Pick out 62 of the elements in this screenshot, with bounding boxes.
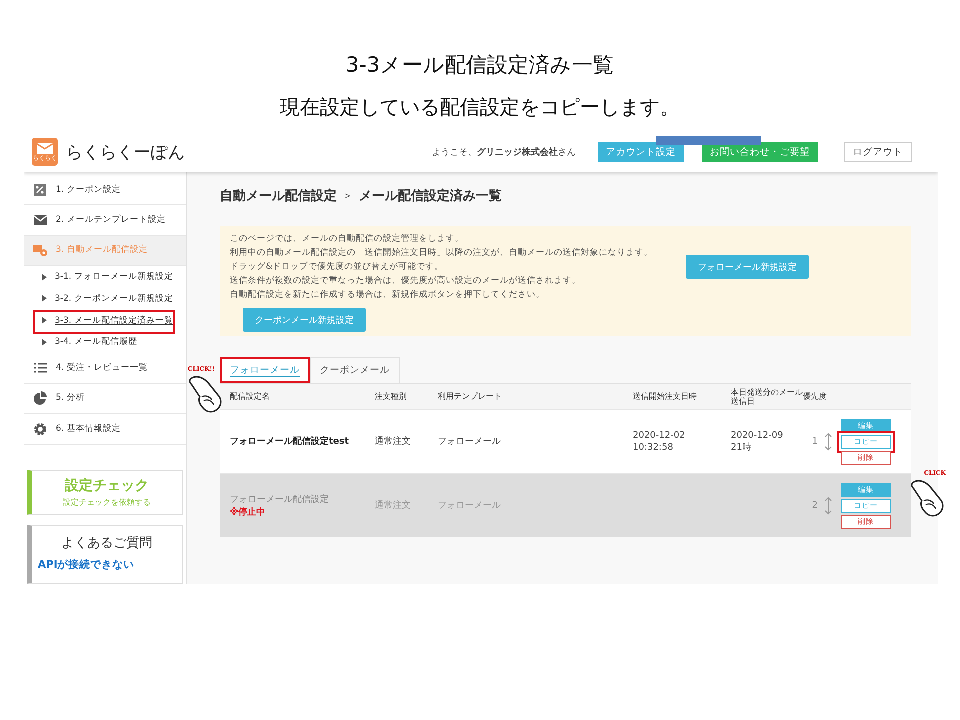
column-header: 注文種別 [375, 392, 408, 401]
breadcrumb-item: メール配信設定済み一覧 [359, 188, 502, 205]
header-button[interactable]: お問い合わせ・ご要望 [702, 142, 818, 162]
card-title: 設定チェック [65, 476, 149, 495]
new-follow-mail-button[interactable]: フォローメール新規設定 [686, 255, 809, 280]
notice-text: このページでは、メールの自動配信の設定管理をします。 [230, 232, 465, 246]
new-coupon-mail-button[interactable]: クーポンメール新規設定 [243, 308, 366, 332]
notice-text: ドラッグ&ドロップで優先度の並び替えが可能です。 [230, 260, 445, 274]
sidebar-subitem[interactable]: 3-4. メール配信履歴 [55, 336, 138, 348]
column-header: 利用テンプレート [438, 392, 503, 401]
table-cell-text: 通常注文 [375, 500, 412, 512]
column-header: 配信設定名 [230, 392, 271, 401]
sidebar-subitem[interactable]: 3-2. クーポンメール新規設定 [55, 292, 174, 305]
notice-text: 送信条件が複数の設定で重なった場合は、優先度が高い設定のメールが送信されます。 [230, 274, 582, 288]
column-header: 送信開始注文日時 [633, 392, 698, 401]
sidebar-item[interactable]: 5. 分析 [24, 384, 186, 414]
setting-name: フォローメール配信設定test [230, 435, 350, 448]
sidebar-subitem[interactable]: 3-1. フォローメール新規設定 [55, 271, 174, 284]
tab[interactable]: フォローメール [220, 357, 310, 383]
sidebar-item[interactable]: 4. 受注・レビュー一覧 [24, 353, 186, 384]
card-title: よくあるご質問 [60, 535, 154, 552]
table-cell-text: 2020-12-09 21時 [731, 430, 784, 454]
breadcrumb-item: 自動メール配信設定 [220, 188, 337, 205]
faq-link[interactable]: APIが接続できない [32, 558, 182, 572]
sidebar-item[interactable]: 1. クーポン設定 [24, 175, 186, 206]
drag-arrows-icon [824, 432, 833, 450]
table-cell-text: 通常注文 [375, 436, 412, 448]
notice-text: 自動配信設定を新たに作成する場合は、新規作成ボタンを押下してください。 [230, 288, 546, 302]
welcome-text: ようこそ、グリニッジ株式会社さん [432, 146, 576, 158]
status-label: ※停止中 [230, 506, 267, 518]
pie-chart-icon [33, 391, 48, 406]
table-cell-text: フォローメール [438, 500, 502, 512]
slide-subtitle: 現在設定している配信設定をコピーします。 [279, 94, 681, 121]
settings-check-card[interactable]: 設定チェック 設定チェックを依頼する [27, 470, 183, 516]
header-button[interactable]: ログアウト [844, 142, 912, 162]
column-header: 優先度 [803, 392, 828, 401]
breadcrumb-separator: ＞ [343, 190, 353, 203]
card-subtitle: 設定チェックを依頼する [63, 496, 151, 508]
coupon-icon [33, 182, 48, 197]
caret-icon [42, 317, 47, 324]
column-header: 本日発送分のメール送信日 [731, 388, 803, 406]
header-button[interactable]: アカウント設定 [598, 142, 684, 162]
table-cell-text: 2020-12-02 10:32:58 [633, 430, 686, 454]
caret-icon [42, 338, 47, 346]
table-cell-text: フォローメール [438, 436, 502, 448]
gear-icon [33, 422, 48, 436]
logo-text: らくらくーぽん [66, 142, 185, 164]
list-icon [33, 361, 48, 376]
setting-name: フォローメール配信設定 [230, 494, 330, 506]
envelope-icon [37, 142, 53, 154]
priority-number: 2 [812, 500, 818, 510]
sidebar-subitem[interactable]: 3-3. メール配信設定済み一覧 [55, 314, 174, 327]
notice-text: 利用中の自動メール配信設定の「送信開始注文日時」以降の注文が、自動メールの送信対象になります。 [230, 246, 654, 260]
caret-icon [42, 274, 47, 281]
sidebar-item[interactable]: 3. 自動メール配信設定 [24, 236, 186, 266]
priority-number: 1 [812, 436, 818, 446]
sidebar-item[interactable]: 6. 基本情報設定 [24, 414, 186, 445]
slide-title: 3-3メール配信設定済み一覧 [344, 52, 616, 79]
tab[interactable]: クーポンメール [310, 357, 400, 383]
envelope-icon [33, 213, 48, 228]
drag-arrows-icon [824, 496, 833, 514]
caret-icon [42, 295, 47, 302]
